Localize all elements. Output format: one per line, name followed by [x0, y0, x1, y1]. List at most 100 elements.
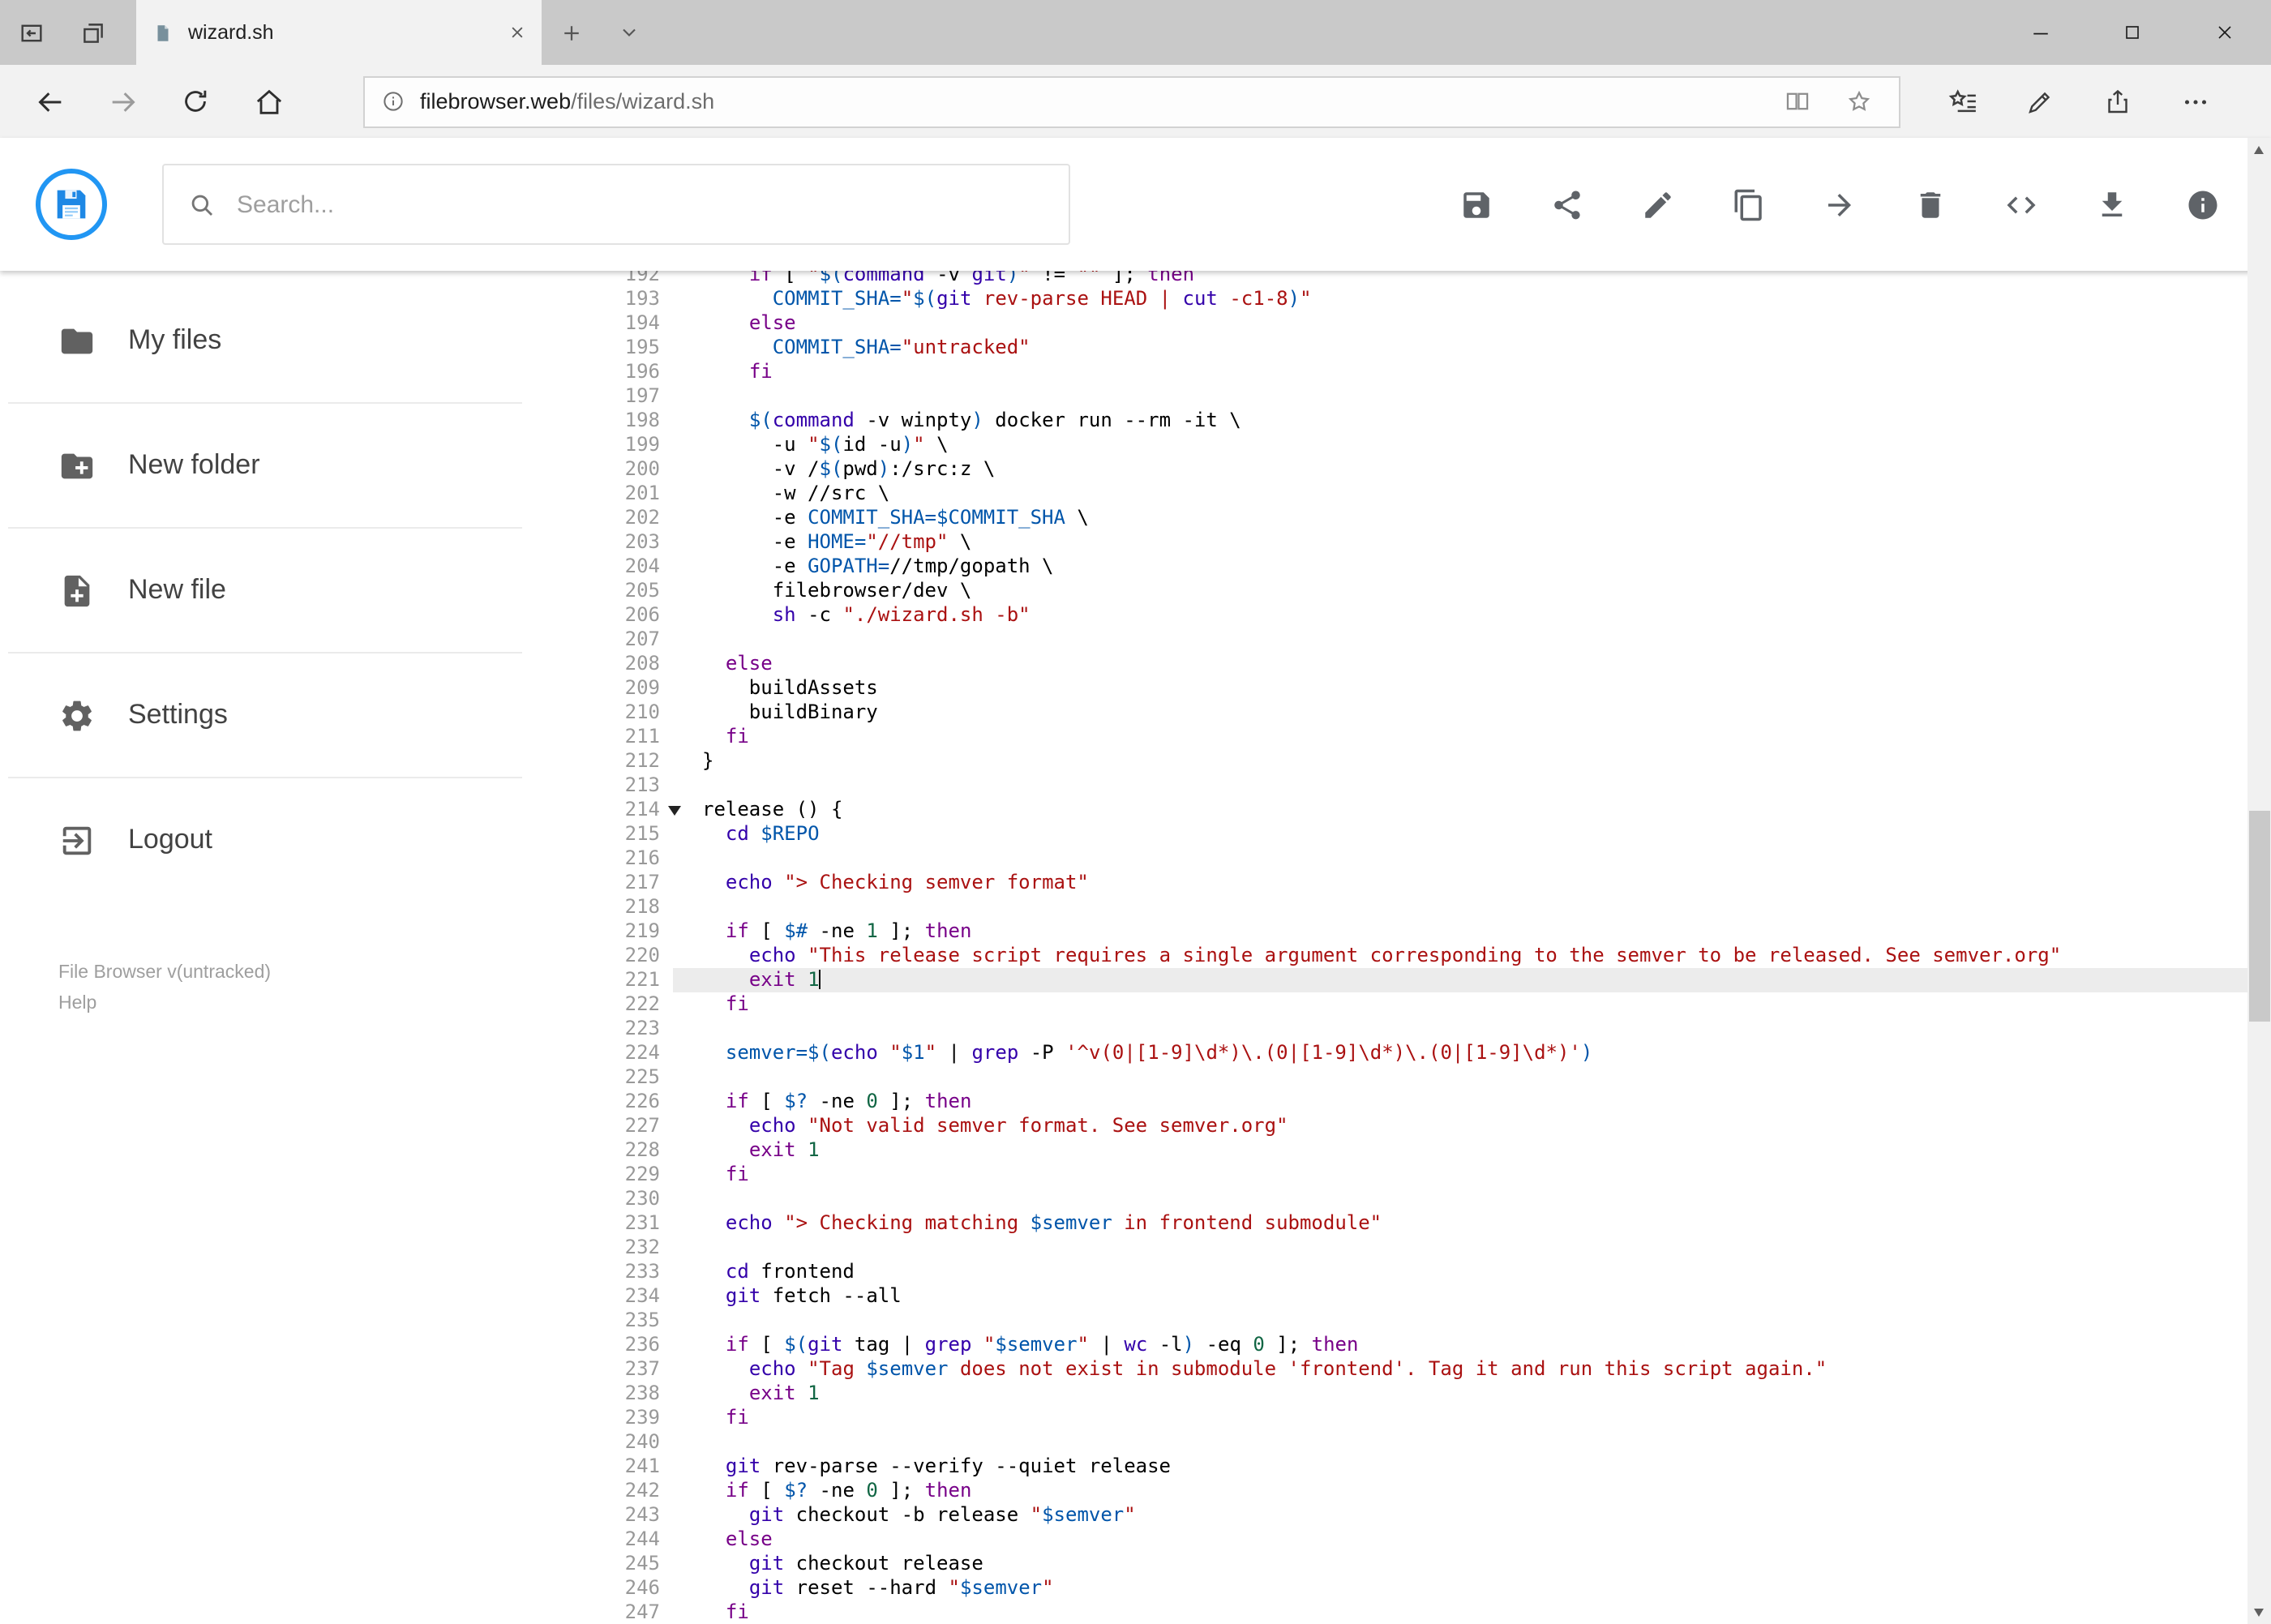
code-line[interactable]: 217 echo "> Checking semver format": [535, 871, 2247, 895]
tab-preview-toggle-button[interactable]: [600, 0, 658, 65]
search-input[interactable]: [237, 191, 1044, 218]
add-favorite-button[interactable]: [1836, 88, 1883, 115]
code-line[interactable]: 198 $(command -v winpty) docker run --rm…: [535, 409, 2247, 433]
forward-button[interactable]: [86, 65, 159, 138]
set-tabs-aside-button[interactable]: [0, 0, 62, 65]
code-line[interactable]: 238 exit 1: [535, 1382, 2247, 1406]
hub-button[interactable]: [1923, 65, 2001, 138]
reading-view-button[interactable]: [1774, 88, 1821, 115]
code-line[interactable]: 221 exit 1: [535, 968, 2247, 992]
scrollbar-thumb[interactable]: [2248, 811, 2269, 1022]
code-line[interactable]: 231 echo "> Checking matching $semver in…: [535, 1211, 2247, 1236]
code-line[interactable]: 247 fi: [535, 1600, 2247, 1624]
scroll-down-button[interactable]: [2247, 1600, 2271, 1624]
home-button[interactable]: [232, 65, 305, 138]
code-line[interactable]: 235: [535, 1309, 2247, 1333]
code-line[interactable]: 197: [535, 384, 2247, 409]
new-tab-button[interactable]: [542, 0, 600, 65]
code-line[interactable]: 202 -e COMMIT_SHA=$COMMIT_SHA \: [535, 506, 2247, 530]
save-button[interactable]: [1444, 172, 1509, 237]
scroll-up-button[interactable]: [2247, 138, 2271, 162]
copy-button[interactable]: [1716, 172, 1781, 237]
code-line[interactable]: 206 sh -c "./wizard.sh -b": [535, 603, 2247, 628]
code-line[interactable]: 236 if [ $(git tag | grep "$semver" | wc…: [535, 1333, 2247, 1357]
close-window-button[interactable]: [2179, 0, 2271, 65]
code-line[interactable]: 199 -u "$(id -u)" \: [535, 433, 2247, 457]
code-line[interactable]: 239 fi: [535, 1406, 2247, 1430]
code-line[interactable]: 210 buildBinary: [535, 701, 2247, 725]
code-line[interactable]: 226 if [ $? -ne 0 ]; then: [535, 1090, 2247, 1114]
site-info-icon[interactable]: [381, 89, 405, 114]
code-line[interactable]: 218: [535, 895, 2247, 919]
tab-close-button[interactable]: [509, 24, 525, 41]
edit-button[interactable]: [1626, 172, 1690, 237]
address-bar[interactable]: filebrowser.web/files/wizard.sh: [363, 75, 1900, 127]
code-line[interactable]: 229 fi: [535, 1163, 2247, 1187]
code-line[interactable]: 240: [535, 1430, 2247, 1455]
code-line[interactable]: 244 else: [535, 1528, 2247, 1552]
code-line[interactable]: 204 -e GOPATH=//tmp/gopath \: [535, 555, 2247, 579]
code-line[interactable]: 222 fi: [535, 992, 2247, 1017]
code-line[interactable]: 241 git rev-parse --verify --quiet relea…: [535, 1455, 2247, 1479]
code-line[interactable]: 211 fi: [535, 725, 2247, 749]
code-line[interactable]: 201 -w //src \: [535, 482, 2247, 506]
sidebar-item-logout[interactable]: Logout: [0, 778, 535, 902]
code-line[interactable]: 230: [535, 1187, 2247, 1211]
code-line[interactable]: 219 if [ $# -ne 1 ]; then: [535, 919, 2247, 944]
help-link[interactable]: Help: [58, 988, 271, 1018]
raw-code-button[interactable]: [1989, 172, 2054, 237]
code-line[interactable]: 192 if [ "$(command -v git)" != "" ]; th…: [535, 271, 2247, 287]
code-line[interactable]: 220 echo "This release script requires a…: [535, 944, 2247, 968]
filebrowser-logo[interactable]: [36, 169, 107, 240]
code-line[interactable]: 234 git fetch --all: [535, 1284, 2247, 1309]
code-line[interactable]: 216: [535, 846, 2247, 871]
code-line[interactable]: 213: [535, 773, 2247, 798]
code-line[interactable]: 215 cd $REPO: [535, 822, 2247, 846]
info-button[interactable]: [2170, 172, 2235, 237]
code-line[interactable]: 225: [535, 1065, 2247, 1090]
code-line[interactable]: 246 git reset --hard "$semver": [535, 1576, 2247, 1600]
minimize-button[interactable]: [1994, 0, 2086, 65]
code-line[interactable]: 194 else: [535, 311, 2247, 336]
sidebar-item-new-file[interactable]: New file: [0, 529, 535, 652]
code-line[interactable]: 227 echo "Not valid semver format. See s…: [535, 1114, 2247, 1138]
tabs-set-aside-button[interactable]: [62, 0, 123, 65]
code-line[interactable]: 243 git checkout -b release "$semver": [535, 1503, 2247, 1528]
code-line[interactable]: 228 exit 1: [535, 1138, 2247, 1163]
code-line[interactable]: 203 -e HOME="//tmp" \: [535, 530, 2247, 555]
delete-button[interactable]: [1898, 172, 1963, 237]
page-scrollbar[interactable]: [2247, 138, 2271, 1624]
code-line[interactable]: 212}: [535, 749, 2247, 773]
code-line[interactable]: 245 git checkout release: [535, 1552, 2247, 1576]
fold-marker-icon[interactable]: [668, 806, 681, 816]
sidebar-item-settings[interactable]: Settings: [0, 653, 535, 777]
code-line[interactable]: 207: [535, 628, 2247, 652]
code-line[interactable]: 208 else: [535, 652, 2247, 676]
sidebar-item-new-folder[interactable]: New folder: [0, 404, 535, 527]
browser-tab[interactable]: wizard.sh: [136, 0, 542, 65]
sidebar-item-my-files[interactable]: My files: [0, 279, 535, 402]
maximize-button[interactable]: [2086, 0, 2179, 65]
download-button[interactable]: [2080, 172, 2145, 237]
more-options-button[interactable]: [2157, 65, 2235, 138]
code-line[interactable]: 196 fi: [535, 360, 2247, 384]
code-line[interactable]: 233 cd frontend: [535, 1260, 2247, 1284]
search-box[interactable]: [162, 164, 1070, 245]
code-editor[interactable]: 192 if [ "$(command -v git)" != "" ]; th…: [535, 271, 2247, 1624]
code-line[interactable]: 214 release () {: [535, 798, 2247, 822]
code-line[interactable]: 193 COMMIT_SHA="$(git rev-parse HEAD | c…: [535, 287, 2247, 311]
code-line[interactable]: 209 buildAssets: [535, 676, 2247, 701]
code-line[interactable]: 242 if [ $? -ne 0 ]; then: [535, 1479, 2247, 1503]
share-button[interactable]: [1535, 172, 1600, 237]
code-line[interactable]: 200 -v /$(pwd):/src:z \: [535, 457, 2247, 482]
annotate-button[interactable]: [2001, 65, 2079, 138]
back-button[interactable]: [13, 65, 86, 138]
refresh-button[interactable]: [159, 65, 232, 138]
move-button[interactable]: [1807, 172, 1872, 237]
code-line[interactable]: 224 semver=$(echo "$1" | grep -P '^v(0|[…: [535, 1041, 2247, 1065]
code-line[interactable]: 223: [535, 1017, 2247, 1041]
code-line[interactable]: 205 filebrowser/dev \: [535, 579, 2247, 603]
code-line[interactable]: 237 echo "Tag $semver does not exist in …: [535, 1357, 2247, 1382]
code-line[interactable]: 195 COMMIT_SHA="untracked": [535, 336, 2247, 360]
code-line[interactable]: 232: [535, 1236, 2247, 1260]
